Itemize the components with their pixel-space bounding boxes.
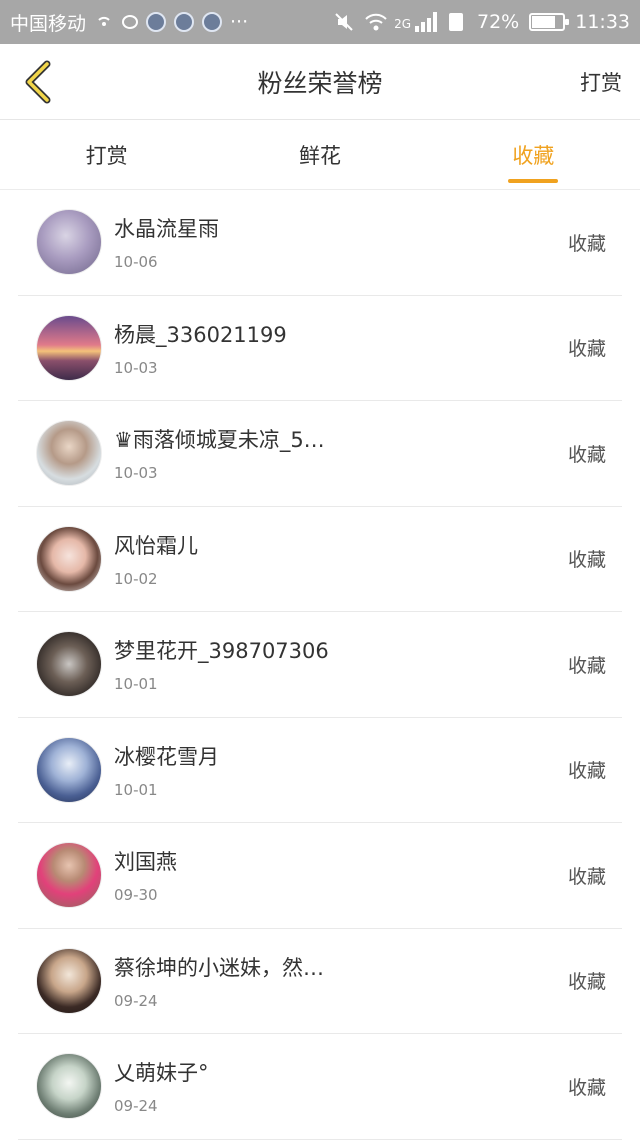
clock: 11:33 (575, 11, 630, 33)
avatar[interactable] (36, 736, 102, 803)
date-label: 10-01 (114, 675, 158, 694)
date-label: 09-24 (114, 991, 158, 1010)
date-label: 09-24 (114, 1097, 158, 1116)
list-item[interactable]: 梦里花开_398707306 10-01 收藏 (18, 612, 622, 718)
avatar[interactable] (36, 631, 102, 698)
list-item[interactable]: 乂萌妹子° 09-24 收藏 (18, 1034, 622, 1140)
more-notifications-icon: ··· (230, 11, 249, 33)
tab-label: 打赏 (85, 143, 128, 168)
tab-flowers[interactable]: 鲜花 (213, 120, 426, 189)
app-notification-icon (174, 12, 195, 32)
signal-icon (415, 12, 437, 32)
list-item[interactable]: 杨晨_336021199 10-03 收藏 (18, 296, 622, 401)
list-item[interactable]: 蔡徐坤的小迷妹，然… 09-24 收藏 (18, 929, 622, 1034)
list-item[interactable]: 水晶流星雨 10-06 收藏 (18, 190, 622, 296)
action-label: 收藏 (567, 549, 606, 572)
carrier-label: 中国移动 (10, 12, 87, 35)
app-notification-icon (202, 12, 223, 32)
user-name: ♛雨落倾城夏未凉_5… (114, 428, 325, 453)
action-label: 收藏 (567, 1076, 606, 1099)
user-name: 蔡徐坤的小迷妹，然… (114, 955, 324, 980)
user-name: 风怡霜儿 (114, 533, 198, 558)
user-name: 乂萌妹子° (114, 1061, 209, 1086)
date-label: 09-30 (114, 886, 158, 905)
app-notification-icon (146, 12, 167, 32)
action-label: 收藏 (567, 654, 606, 677)
back-arrow-icon (25, 60, 51, 103)
battery-icon (529, 13, 570, 31)
action-label: 收藏 (567, 971, 606, 994)
user-name: 水晶流星雨 (114, 217, 219, 242)
list-item[interactable]: 刘国燕 09-30 收藏 (18, 823, 622, 929)
battery-percent: 72% (477, 11, 520, 33)
avatar[interactable] (36, 209, 102, 276)
wifi-icon (364, 12, 387, 32)
action-label: 收藏 (567, 443, 606, 466)
tab-reward[interactable]: 打赏 (0, 120, 213, 189)
user-name: 梦里花开_398707306 (114, 639, 329, 664)
avatar[interactable] (36, 314, 102, 381)
list-item[interactable]: 风怡霜儿 10-02 收藏 (18, 507, 622, 612)
status-bar: 中国移动 ··· 2G 72% 11:33 (0, 0, 640, 44)
message-icon (122, 15, 139, 29)
sim-icon (447, 12, 467, 32)
date-label: 10-03 (114, 358, 158, 377)
back-button[interactable] (18, 58, 58, 106)
date-label: 10-06 (114, 253, 158, 272)
list-item[interactable]: 冰樱花雪月 10-01 收藏 (18, 718, 622, 823)
date-label: 10-02 (114, 569, 158, 588)
active-tab-indicator (508, 179, 559, 183)
network-type: 2G (394, 17, 411, 31)
user-name: 刘国燕 (114, 850, 177, 875)
action-label: 收藏 (567, 338, 606, 361)
avatar[interactable] (36, 1053, 102, 1120)
date-label: 10-03 (114, 464, 158, 483)
tab-label: 鲜花 (298, 143, 341, 168)
avatar[interactable] (36, 947, 102, 1014)
mute-icon (334, 12, 354, 32)
avatar[interactable] (36, 420, 102, 487)
user-name: 冰樱花雪月 (114, 744, 219, 769)
list-item[interactable]: ♛雨落倾城夏未凉_5… 10-03 收藏 (18, 401, 622, 507)
tab-favorites[interactable]: 收藏 (427, 120, 640, 189)
hotspot-icon (94, 12, 114, 32)
action-label: 收藏 (567, 865, 606, 888)
header: 粉丝荣誉榜 打赏 (0, 44, 640, 120)
avatar[interactable] (36, 525, 102, 592)
reward-button[interactable]: 打赏 (580, 67, 622, 97)
tab-label: 收藏 (512, 143, 555, 168)
date-label: 10-01 (114, 780, 158, 799)
tab-bar: 打赏 鲜花 收藏 (0, 120, 640, 190)
avatar[interactable] (36, 842, 102, 909)
page-title: 粉丝荣誉榜 (257, 68, 383, 98)
user-name: 杨晨_336021199 (114, 322, 287, 347)
action-label: 收藏 (567, 760, 606, 783)
action-label: 收藏 (567, 232, 606, 255)
fan-list: 水晶流星雨 10-06 收藏 杨晨_336021199 10-03 收藏 ♛雨落… (0, 190, 640, 1140)
